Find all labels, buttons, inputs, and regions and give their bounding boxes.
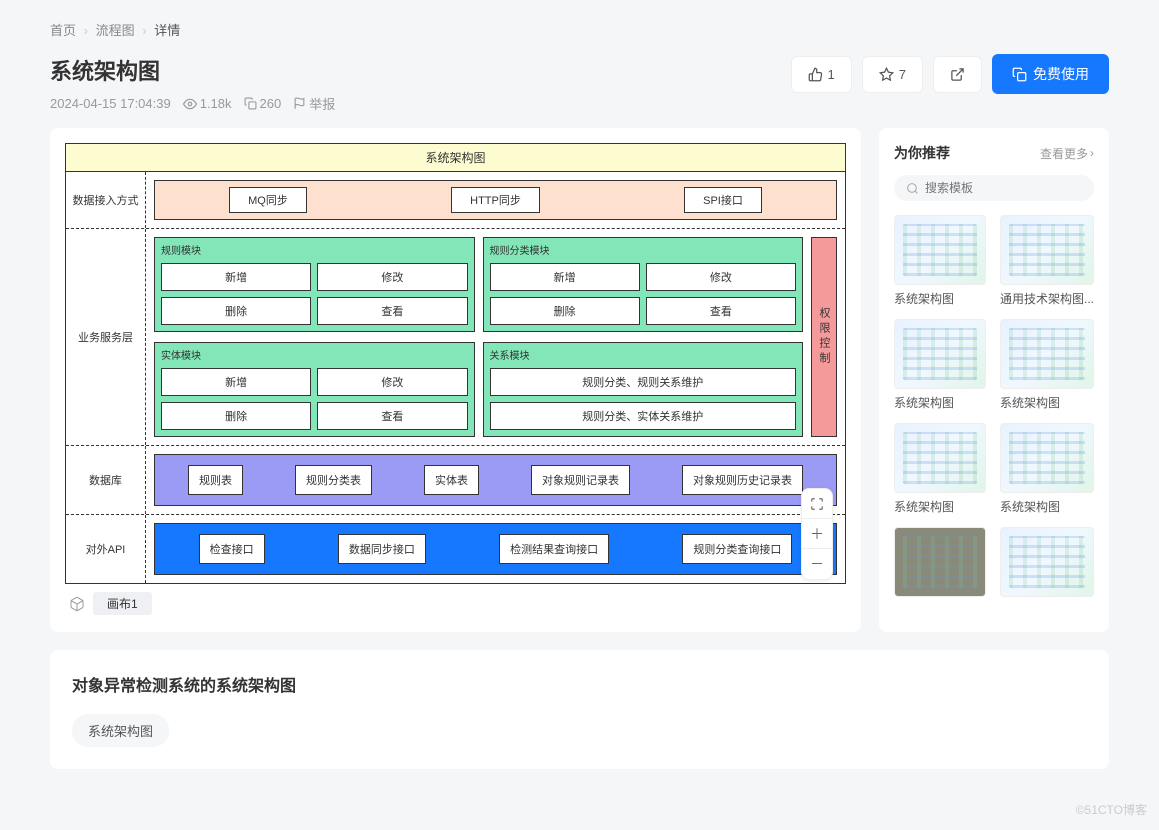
rec-thumb	[1000, 423, 1094, 493]
rec-item[interactable]: 通用技术架构图...	[1000, 215, 1094, 307]
meta-copies: 260	[244, 96, 282, 111]
rec-thumb	[1000, 319, 1094, 389]
thumbs-up-icon	[808, 67, 823, 82]
access-item: SPI接口	[684, 187, 762, 213]
meta-date: 2024-04-15 17:04:39	[50, 96, 171, 111]
chevron-right-icon: ›	[84, 23, 88, 38]
description-card: 对象异常检测系统的系统架构图 系统架构图	[50, 650, 1109, 769]
access-item: MQ同步	[229, 187, 307, 213]
meta-report[interactable]: 举报	[293, 94, 335, 113]
breadcrumb-flow[interactable]: 流程图	[96, 23, 135, 38]
entity-module: 实体模块 新增 修改 删除 查看	[154, 342, 475, 437]
flag-icon	[293, 97, 306, 110]
permission-box: 权限控制	[811, 237, 837, 437]
diagram-canvas[interactable]: 系统架构图 数据接入方式 MQ同步 HTTP同步 SPI接口 业务服务层	[65, 143, 846, 584]
access-box: MQ同步 HTTP同步 SPI接口	[154, 180, 837, 220]
rec-item[interactable]: 系统架构图	[894, 423, 986, 515]
zoom-in-button[interactable]: ＋	[802, 519, 832, 549]
search-icon	[906, 182, 919, 195]
rec-item[interactable]: 系统架构图	[894, 319, 986, 411]
use-button[interactable]: 免费使用	[992, 54, 1109, 94]
search-input[interactable]	[925, 181, 1082, 195]
sidebar: 为你推荐 查看更多 › 系统架构图 通用技术架构图... 系统架构图 系统架构图…	[879, 128, 1109, 632]
cube-icon	[69, 596, 85, 612]
share-icon	[950, 67, 965, 82]
diagram-card: 系统架构图 数据接入方式 MQ同步 HTTP同步 SPI接口 业务服务层	[50, 128, 861, 632]
section-label-api: 对外API	[66, 515, 146, 583]
rec-thumb	[1000, 215, 1094, 285]
rec-thumb	[894, 423, 986, 493]
tag[interactable]: 系统架构图	[72, 714, 169, 747]
description-heading: 对象异常检测系统的系统架构图	[72, 672, 1087, 696]
meta-row: 2024-04-15 17:04:39 1.18k 260 举报	[50, 94, 335, 113]
access-item: HTTP同步	[451, 187, 540, 213]
page-title: 系统架构图	[50, 54, 335, 86]
breadcrumb: 首页 › 流程图 › 详情	[50, 20, 1109, 39]
rec-item[interactable]: 系统架构图	[1000, 319, 1094, 411]
relation-module: 关系模块 规则分类、规则关系维护 规则分类、实体关系维护	[483, 342, 804, 437]
share-button[interactable]	[933, 56, 982, 93]
rec-thumb	[894, 215, 986, 285]
chevron-right-icon: ›	[142, 23, 146, 38]
rec-item[interactable]	[894, 527, 986, 602]
rec-item[interactable]: 系统架构图	[894, 215, 986, 307]
zoom-control: ＋ －	[801, 488, 833, 580]
copy-icon	[244, 97, 257, 110]
rec-thumb	[894, 527, 986, 597]
like-button[interactable]: 1	[791, 56, 852, 93]
canvas-tab[interactable]: 画布1	[93, 592, 152, 615]
search-box[interactable]	[894, 175, 1094, 201]
fullscreen-button[interactable]	[802, 489, 832, 519]
star-icon	[879, 67, 894, 82]
rec-thumb	[894, 319, 986, 389]
watermark: ©51CTO博客	[1076, 801, 1147, 818]
section-label-db: 数据库	[66, 446, 146, 514]
diagram-title: 系统架构图	[66, 144, 845, 172]
rulecls-module: 规则分类模块 新增 修改 删除 查看	[483, 237, 804, 332]
meta-views: 1.18k	[183, 96, 232, 111]
sidebar-title: 为你推荐	[894, 143, 950, 163]
sidebar-more[interactable]: 查看更多 ›	[1040, 145, 1094, 162]
rec-item[interactable]: 系统架构图	[1000, 423, 1094, 515]
breadcrumb-home[interactable]: 首页	[50, 23, 76, 38]
copy-icon	[1012, 67, 1027, 82]
chevron-right-icon: ›	[1090, 146, 1094, 160]
star-button[interactable]: 7	[862, 56, 923, 93]
section-label-access: 数据接入方式	[66, 172, 146, 228]
rule-module: 规则模块 新增 修改 删除 查看	[154, 237, 475, 332]
section-label-service: 业务服务层	[66, 229, 146, 445]
rec-thumb	[1000, 527, 1094, 597]
rec-item[interactable]	[1000, 527, 1094, 602]
db-box: 规则表 规则分类表 实体表 对象规则记录表 对象规则历史记录表	[154, 454, 837, 506]
eye-icon	[183, 97, 197, 111]
zoom-out-button[interactable]: －	[802, 549, 832, 579]
breadcrumb-current: 详情	[154, 23, 180, 38]
fullscreen-icon	[810, 497, 824, 511]
api-box: 检查接口 数据同步接口 检测结果查询接口 规则分类查询接口	[154, 523, 837, 575]
